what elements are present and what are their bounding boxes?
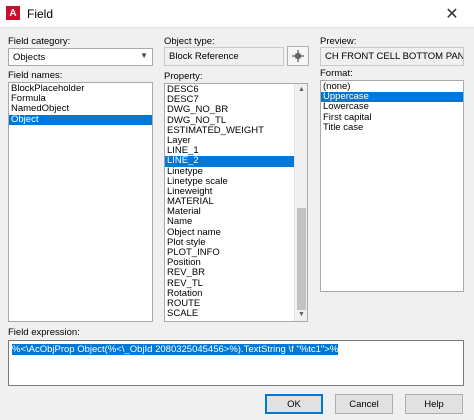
crosshair-icon — [292, 50, 304, 62]
field-expression-text: %<\AcObjProp Object(%<\_ObjId 2080325045… — [12, 344, 339, 355]
field-names-list[interactable]: BlockPlaceholder Formula NamedObject Object — [8, 82, 153, 322]
list-item[interactable]: DESC7 — [165, 95, 294, 105]
chevron-down-icon: ▼ — [140, 51, 148, 60]
list-item[interactable]: LINE_2 — [165, 156, 294, 167]
autocad-app-icon: A — [6, 6, 20, 20]
help-button[interactable]: Help — [405, 394, 463, 414]
list-item[interactable]: Position — [165, 258, 294, 268]
field-category-label: Field category: — [8, 36, 71, 47]
list-item[interactable]: Uppercase — [321, 92, 463, 103]
list-item[interactable]: Name — [165, 217, 294, 227]
format-list[interactable]: (none) Uppercase Lowercase First capital Tit… — [320, 80, 464, 292]
list-item[interactable]: Linetype — [165, 167, 294, 177]
list-item[interactable]: Plot style — [165, 238, 294, 248]
list-item[interactable]: MATERIAL — [165, 197, 294, 207]
field-names-label: Field names: — [8, 70, 63, 81]
field-category-select[interactable]: Objects ▼ — [8, 48, 153, 66]
list-item[interactable]: Layer — [165, 136, 294, 146]
format-label: Format: — [320, 68, 353, 79]
list-item[interactable]: Title case — [321, 123, 463, 133]
list-item[interactable]: BlockPlaceholder — [9, 84, 152, 94]
list-item[interactable]: Object name — [165, 228, 294, 238]
list-item[interactable]: DWG_NO_TL — [165, 116, 294, 126]
object-type-field: Block Reference — [164, 47, 284, 66]
list-item[interactable]: NamedObject — [9, 104, 152, 114]
select-object-button[interactable] — [287, 46, 309, 66]
list-item[interactable]: REV_TL — [165, 279, 294, 289]
property-label: Property: — [164, 71, 203, 82]
field-category-value: Objects — [13, 52, 46, 63]
field-expression-box[interactable]: %<\AcObjProp Object(%<\_ObjId 2080325045… — [8, 340, 464, 386]
preview-label: Preview: — [320, 36, 357, 47]
list-item[interactable]: Lineweight — [165, 187, 294, 197]
object-type-label: Object type: — [164, 36, 215, 47]
list-item[interactable]: First capital — [321, 113, 463, 123]
property-scrollbar[interactable]: ▲ ▼ — [294, 84, 307, 321]
list-item[interactable]: PLOT_INFO — [165, 248, 294, 258]
ok-button[interactable]: OK — [265, 394, 323, 414]
property-items: DESC6 DESC7 DWG_NO_BR DWG_NO_TL ESTIMATED_WE… — [165, 85, 294, 319]
list-item[interactable]: DESC6 — [165, 85, 294, 95]
title-bar: A Field ✕ — [0, 0, 474, 28]
close-icon[interactable]: ✕ — [430, 0, 474, 28]
preview-field: CH FRONT CELL BOTTOM PANEL — [320, 47, 464, 66]
list-item[interactable]: Lowercase — [321, 102, 463, 112]
list-item[interactable]: LINE_1 — [165, 146, 294, 156]
list-item[interactable]: ROUTE — [165, 299, 294, 309]
list-item[interactable]: Linetype scale — [165, 177, 294, 187]
list-item[interactable]: Object — [9, 114, 152, 125]
list-item[interactable]: DWG_NO_BR — [165, 105, 294, 115]
scroll-thumb[interactable] — [297, 208, 306, 310]
list-item[interactable]: (none) — [321, 82, 463, 92]
list-item[interactable]: Formula — [9, 94, 152, 104]
cancel-button[interactable]: Cancel — [335, 394, 393, 414]
list-item[interactable]: ESTIMATED_WEIGHT — [165, 126, 294, 136]
window-title: Field — [27, 7, 54, 21]
list-item[interactable]: REV_BR — [165, 268, 294, 278]
field-expression-label: Field expression: — [8, 327, 80, 338]
scroll-up-icon[interactable]: ▲ — [295, 84, 307, 96]
scroll-down-icon[interactable]: ▼ — [295, 309, 307, 321]
list-item[interactable]: SCALE — [165, 309, 294, 319]
property-list[interactable]: DESC6 DESC7 DWG_NO_BR DWG_NO_TL ESTIMATED_WE… — [164, 83, 308, 322]
list-item[interactable]: Rotation — [165, 289, 294, 299]
list-item[interactable]: Material — [165, 207, 294, 217]
